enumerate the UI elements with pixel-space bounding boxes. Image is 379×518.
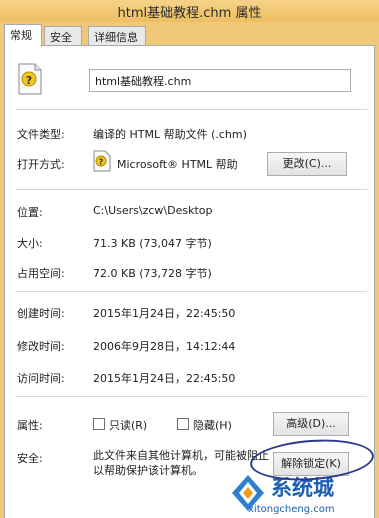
title-bar: html基础教程.chm 属性 <box>0 0 379 22</box>
location-label: 位置: <box>17 206 43 219</box>
attributes-label: 属性: <box>17 419 43 432</box>
window-title: html基础教程.chm 属性 <box>117 6 262 21</box>
file-type-value: 编译的 HTML 帮助文件 (.chm) <box>93 128 247 141</box>
security-label: 安全: <box>17 452 43 465</box>
tab-security[interactable]: 安全 <box>44 26 82 46</box>
hidden-label[interactable]: 隐藏(H) <box>193 417 232 433</box>
readonly-checkbox[interactable] <box>93 418 105 430</box>
chm-file-icon: ? <box>18 63 42 95</box>
divider <box>15 189 367 190</box>
file-name-field[interactable]: html基础教程.chm <box>89 69 351 92</box>
advanced-button[interactable]: 高级(D)... <box>273 412 349 436</box>
divider <box>15 396 367 397</box>
size-on-disk-label: 占用空间: <box>17 267 65 280</box>
divider <box>15 291 367 292</box>
file-type-label: 文件类型: <box>17 128 65 141</box>
modified-value: 2006年9月28日，14:12:44 <box>93 340 236 353</box>
security-message-line1: 此文件来自其他计算机，可能被阻止 <box>93 449 269 462</box>
readonly-label[interactable]: 只读(R) <box>109 417 147 433</box>
open-with-label: 打开方式: <box>17 158 65 171</box>
change-button[interactable]: 更改(C)... <box>267 152 347 176</box>
size-on-disk-value: 72.0 KB (73,728 字节) <box>93 267 212 280</box>
tab-details[interactable]: 详细信息 <box>88 26 146 46</box>
accessed-value: 2015年1月24日，22:45:50 <box>93 372 236 385</box>
location-value: C:\Users\zcw\Desktop <box>93 204 213 217</box>
security-message-line2: 以帮助保护该计算机。 <box>93 464 203 477</box>
created-value: 2015年1月24日，22:45:50 <box>93 307 236 320</box>
watermark-url: xitongcheng.com <box>248 504 335 515</box>
help-app-icon: ? <box>93 150 111 172</box>
created-label: 创建时间: <box>17 307 65 320</box>
open-with-value: Microsoft® HTML 帮助 <box>117 158 238 171</box>
accessed-label: 访问时间: <box>17 372 65 385</box>
svg-text:?: ? <box>26 74 32 87</box>
divider <box>15 109 367 110</box>
svg-text:?: ? <box>99 158 104 167</box>
size-value: 71.3 KB (73,047 字节) <box>93 237 212 250</box>
modified-label: 修改时间: <box>17 340 65 353</box>
hidden-checkbox[interactable] <box>177 418 189 430</box>
tab-general[interactable]: 常规 <box>4 24 42 47</box>
size-label: 大小: <box>17 237 43 250</box>
